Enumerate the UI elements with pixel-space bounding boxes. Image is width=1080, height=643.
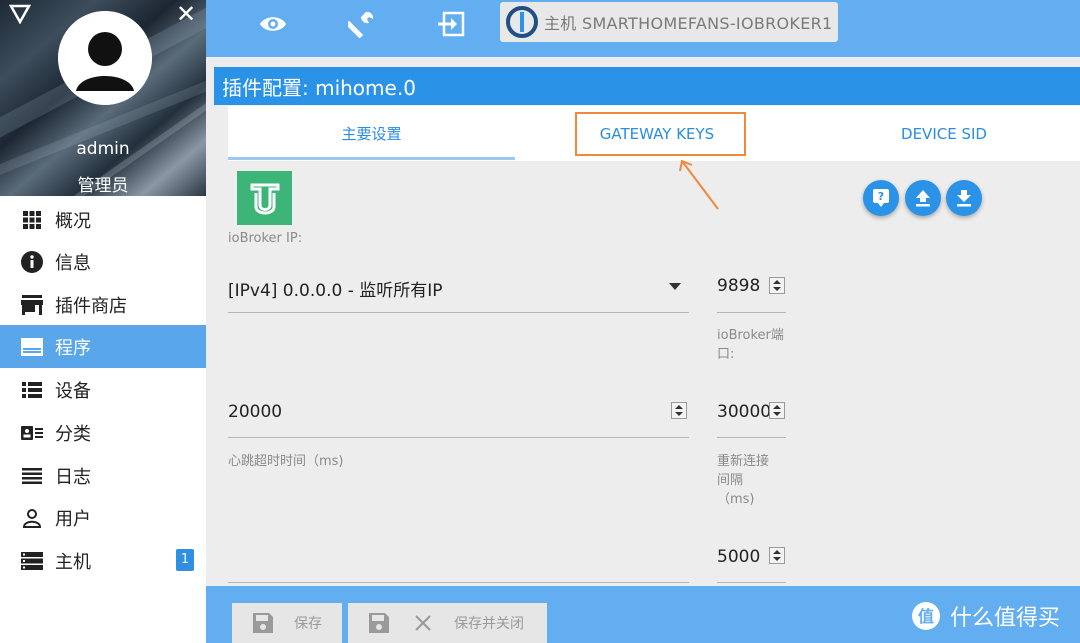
sidebar-item-hosts[interactable]: 主机 1 <box>0 539 206 582</box>
svg-text:值: 值 <box>918 607 934 626</box>
sidebar-item-info[interactable]: 信息 <box>0 240 206 283</box>
category-icon <box>21 422 43 444</box>
sidebar-item-label: 插件商店 <box>55 295 127 317</box>
chevron-down-icon[interactable] <box>669 283 681 290</box>
ip-underline <box>228 312 689 313</box>
save-label: 保存 <box>294 616 322 632</box>
gateway-keys-highlight <box>575 112 746 156</box>
top-bar: 主机 SMARTHOMEFANS-IOBROKER1 <box>206 0 1080 57</box>
save-and-close-button[interactable]: 保存并关闭 <box>348 603 547 643</box>
reconnect-input[interactable]: 30000 <box>717 402 771 422</box>
reconnect-stepper[interactable] <box>769 402 785 419</box>
reconnect-underline <box>717 437 786 438</box>
user-icon <box>21 507 43 529</box>
sidebar-item-label: 主机 <box>55 551 91 573</box>
watermark-text: 什么值得买 <box>950 606 1061 631</box>
download-button[interactable] <box>946 180 982 216</box>
grid-icon <box>21 209 43 231</box>
sidebar-item-log[interactable]: 日志 <box>0 454 206 497</box>
sidebar-item-label: 用户 <box>55 508 91 530</box>
store-icon <box>21 294 43 316</box>
save-button[interactable]: 保存 <box>232 603 342 643</box>
iobroker-port-label-1: ioBroker端 <box>717 328 784 343</box>
heartbeat-underline <box>228 437 689 438</box>
reconnect-label-2: 间隔 <box>717 473 744 488</box>
reconnect-label-3: （ms) <box>717 492 755 507</box>
svg-text:?: ? <box>878 190 884 203</box>
sidebar-item-label: 概况 <box>55 210 91 232</box>
host-name: 主机 SMARTHOMEFANS-IOBROKER1 <box>544 14 833 33</box>
tab-device-sid[interactable]: DEVICE SID <box>799 106 1080 161</box>
sidebar-item-store[interactable]: 插件商店 <box>0 283 206 326</box>
tab-main-settings[interactable]: 主要设置 <box>228 106 515 161</box>
iobroker-port-label-2: 口: <box>717 347 735 362</box>
extra-input[interactable]: 5000 <box>717 547 760 567</box>
instances-icon <box>21 336 43 358</box>
iobroker-ip-label: ioBroker IP: <box>228 231 303 246</box>
heartbeat-input[interactable]: 20000 <box>228 402 282 422</box>
extra-left-underline <box>228 582 689 583</box>
sidebar-item-overview[interactable]: 概况 <box>0 198 206 241</box>
list-icon <box>21 379 43 401</box>
download-icon <box>957 190 971 207</box>
help-button[interactable]: ? <box>863 180 899 216</box>
active-tab-indicator <box>228 157 515 160</box>
info-icon <box>21 250 43 273</box>
sidebar-item-label: 信息 <box>55 252 91 274</box>
annotation-arrow-icon <box>679 159 719 210</box>
sidebar-item-label: 设备 <box>55 380 91 402</box>
reconnect-label-1: 重新连接 <box>717 454 770 469</box>
extra-underline <box>717 582 786 583</box>
heartbeat-stepper[interactable] <box>671 402 687 419</box>
host-selector[interactable]: 主机 SMARTHOMEFANS-IOBROKER1 <box>500 2 838 42</box>
profile-username: admin <box>76 139 130 159</box>
sidebar-item-label: 日志 <box>55 466 91 488</box>
sidebar-item-label: 程序 <box>55 337 91 359</box>
profile-role: 管理员 <box>77 176 129 196</box>
hosts-count-badge: 1 <box>176 549 194 571</box>
floppy-icon <box>369 613 389 633</box>
heartbeat-label: 心跳超时时间（ms) <box>228 454 344 469</box>
sidebar-item-instances[interactable]: 程序 <box>0 325 206 368</box>
menu-toggle-icon[interactable] <box>9 4 31 24</box>
hosts-icon <box>21 550 43 572</box>
close-icon[interactable]: ✕ <box>174 2 198 26</box>
iobroker-ip-select[interactable]: [IPv4] 0.0.0.0 - 监听所有IP <box>228 276 443 301</box>
profile-header: ✕ admin 管理员 <box>0 0 206 196</box>
log-icon <box>21 465 43 487</box>
wrench-icon[interactable] <box>346 8 378 40</box>
upload-icon <box>916 190 930 207</box>
config-header: 插件配置: mihome.0 <box>214 67 1080 105</box>
floppy-icon <box>253 613 273 633</box>
iobroker-logo-icon <box>506 6 538 38</box>
watermark: 值 什么值得买 <box>910 598 1060 634</box>
sidebar-item-enums[interactable]: 分类 <box>0 411 206 454</box>
sidebar-item-label: 分类 <box>55 423 91 445</box>
page-title: 插件配置: mihome.0 <box>222 75 416 100</box>
sidebar: ✕ admin 管理员 概况 信息 插件商店 程序 设备 分类 日志 用户 主机… <box>0 0 206 643</box>
mihome-logo-icon <box>237 171 292 225</box>
extra-stepper[interactable] <box>769 547 785 564</box>
eye-icon[interactable] <box>257 8 289 40</box>
help-icon: ? <box>873 189 889 207</box>
sidebar-item-users[interactable]: 用户 <box>0 496 206 539</box>
close-x-icon <box>415 615 431 631</box>
avatar <box>58 11 152 105</box>
watermark-logo-icon: 值 <box>912 602 940 630</box>
port-stepper[interactable] <box>769 277 785 294</box>
sidebar-item-objects[interactable]: 设备 <box>0 368 206 411</box>
save-close-label: 保存并关闭 <box>454 616 524 632</box>
port-underline <box>717 312 786 313</box>
iobroker-port-input[interactable]: 9898 <box>717 276 760 296</box>
upload-button[interactable] <box>905 180 941 216</box>
exit-icon[interactable] <box>435 8 467 40</box>
